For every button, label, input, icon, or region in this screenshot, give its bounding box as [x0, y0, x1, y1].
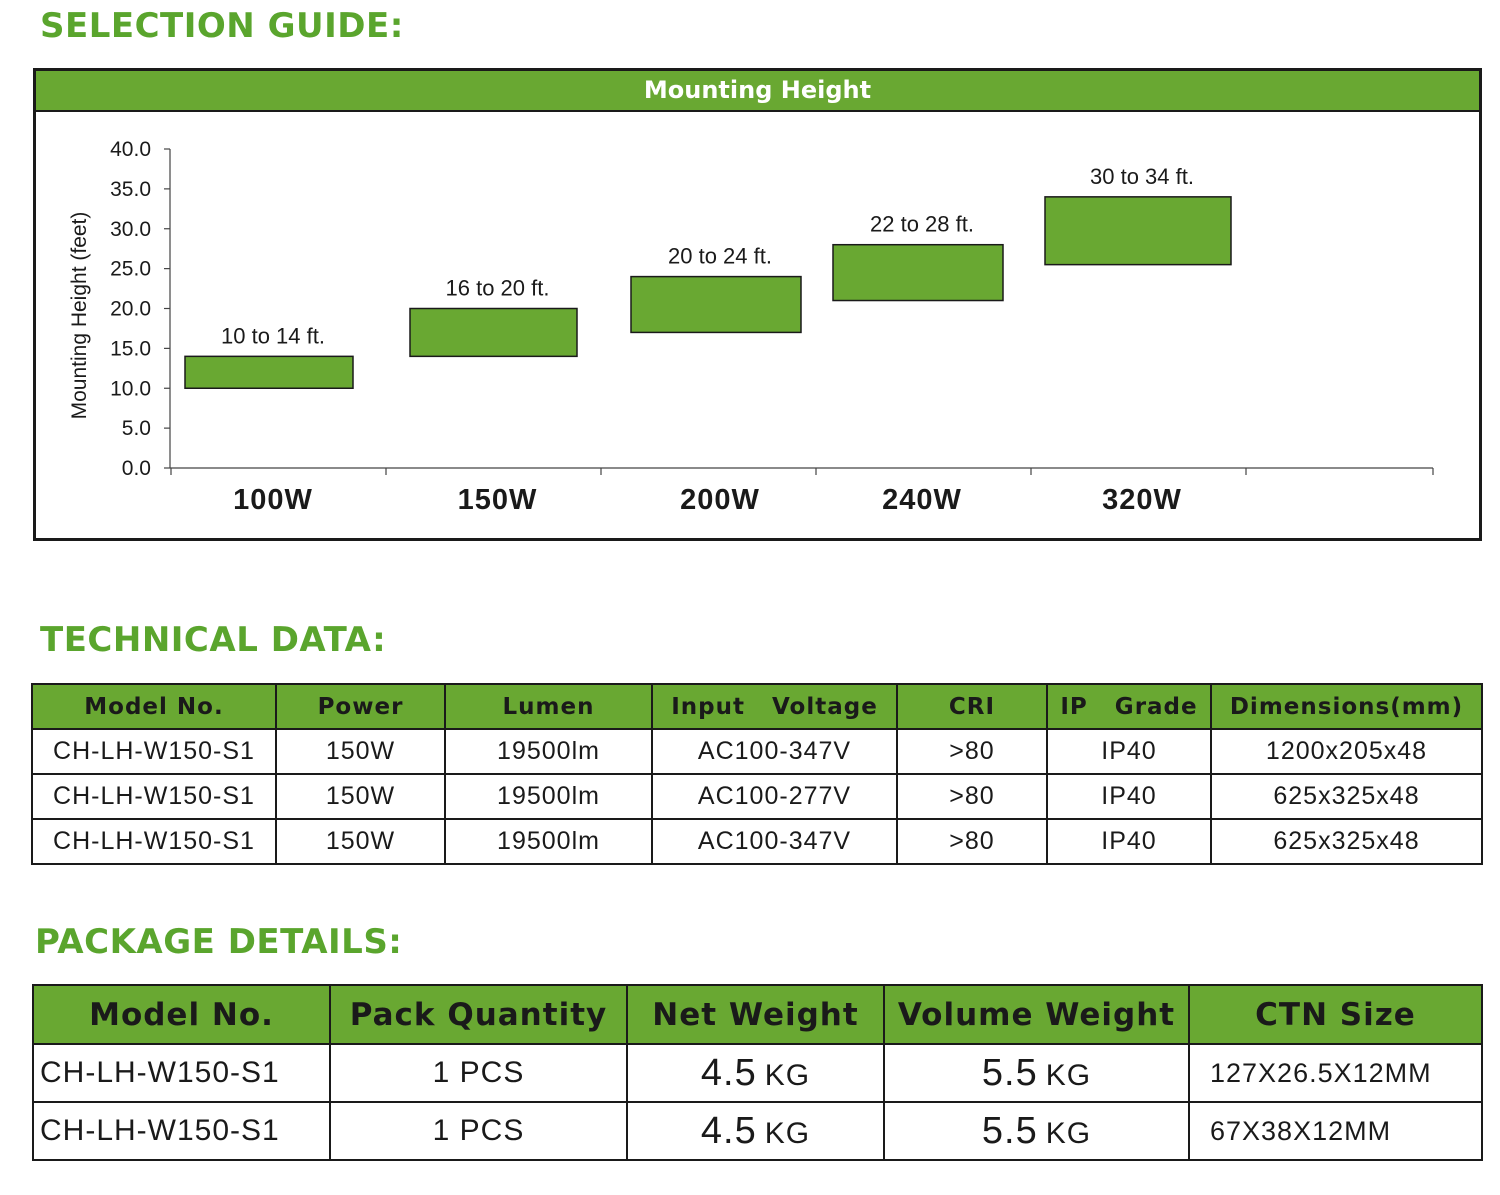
technical-data-table: Model No. Power Lumen Input Voltage CRI …	[31, 683, 1483, 865]
cell-cri: >80	[896, 773, 1048, 820]
cell-model: CH-LH-W150-S1	[32, 1101, 331, 1161]
cell-ip: IP40	[1046, 818, 1212, 865]
net-weight-unit: KG	[764, 1116, 811, 1150]
cell-model: CH-LH-W150-S1	[31, 728, 277, 775]
net-weight-value: 4.5	[700, 1109, 757, 1152]
range-bar	[409, 307, 578, 358]
table-row: CH-LH-W150-S1 1 PCS 4.5 KG 5.5 KG 67X38X12…	[32, 1101, 1483, 1161]
package-details-title: PACKAGE DETAILS:	[35, 922, 403, 962]
volume-weight-value: 5.5	[981, 1051, 1038, 1094]
cell-volume-weight: 5.5 KG	[883, 1101, 1190, 1161]
header-ctn-size: CTN Size	[1188, 984, 1483, 1045]
y-tick-label: 30.0	[110, 218, 151, 241]
table-header-row: Model No. Power Lumen Input Voltage CRI …	[31, 683, 1483, 730]
y-tick-label: 0.0	[122, 457, 151, 480]
cell-power: 150W	[275, 773, 446, 820]
header-net-weight: Net Weight	[626, 984, 885, 1045]
header-model: Model No.	[31, 683, 277, 730]
header-lumen: Lumen	[444, 683, 653, 730]
x-category-label: 320W	[1102, 484, 1182, 516]
cell-lumen: 19500lm	[444, 728, 653, 775]
cell-power: 150W	[275, 728, 446, 775]
header-cri: CRI	[896, 683, 1048, 730]
x-category-label: 150W	[458, 484, 538, 516]
range-bar	[832, 243, 1004, 302]
bar-data-label: 30 to 34 ft.	[1090, 164, 1194, 189]
y-tick-label: 5.0	[122, 417, 151, 440]
cell-voltage: AC100-347V	[651, 728, 898, 775]
volume-weight-unit: KG	[1045, 1058, 1092, 1092]
cell-net-weight: 4.5 KG	[626, 1043, 885, 1103]
x-category-label: 100W	[233, 484, 313, 516]
chart-plot: 0.0 5.0 10.0 15.0 20.0 25.0 30.0 35.0 40.0 Mounti…	[68, 138, 1434, 516]
x-category-label: 240W	[882, 484, 962, 516]
cell-ctn-size: 67X38X12MM	[1188, 1101, 1483, 1161]
table-row: CH-LH-W150-S1 150W 19500lm AC100-347V >8…	[31, 728, 1483, 775]
table-header-row: Model No. Pack Quantity Net Weight Volum…	[32, 984, 1483, 1045]
selection-guide-title: SELECTION GUIDE:	[40, 6, 404, 46]
cell-dimensions: 625x325x48	[1210, 773, 1483, 820]
net-weight-unit: KG	[764, 1058, 811, 1092]
y-tick-label: 35.0	[110, 178, 151, 201]
x-category-label: 200W	[680, 484, 760, 516]
cell-model: CH-LH-W150-S1	[31, 818, 277, 865]
bar-data-label: 16 to 20 ft.	[446, 276, 550, 301]
mounting-height-chart: Mounting Height 0.0 5.0 10.0 15.0 20.0 25.0 30…	[33, 68, 1482, 541]
cell-dimensions: 1200x205x48	[1210, 728, 1483, 775]
cell-cri: >80	[896, 728, 1048, 775]
cell-volume-weight: 5.5 KG	[883, 1043, 1190, 1103]
cell-lumen: 19500lm	[444, 818, 653, 865]
cell-dimensions: 625x325x48	[1210, 818, 1483, 865]
net-weight-value: 4.5	[700, 1051, 757, 1094]
y-tick-label: 40.0	[110, 138, 151, 161]
y-tick-label: 15.0	[110, 337, 151, 360]
volume-weight-value: 5.5	[981, 1109, 1038, 1152]
range-bar	[1044, 196, 1232, 266]
bar-data-label: 20 to 24 ft.	[668, 244, 772, 269]
cell-model: CH-LH-W150-S1	[31, 773, 277, 820]
cell-ip: IP40	[1046, 728, 1212, 775]
cell-ip: IP40	[1046, 773, 1212, 820]
range-bar	[184, 355, 354, 390]
cell-power: 150W	[275, 818, 446, 865]
header-model: Model No.	[32, 984, 331, 1045]
header-volume-weight: Volume Weight	[883, 984, 1190, 1045]
y-tick-label: 20.0	[110, 298, 151, 321]
table-row: CH-LH-W150-S1 150W 19500lm AC100-347V >8…	[31, 818, 1483, 865]
header-input-voltage: Input Voltage	[651, 683, 898, 730]
cell-cri: >80	[896, 818, 1048, 865]
header-pack-quantity: Pack Quantity	[329, 984, 628, 1045]
y-tick-label: 25.0	[110, 258, 151, 281]
bar-data-label: 10 to 14 ft.	[221, 323, 325, 348]
technical-data-title: TECHNICAL DATA:	[40, 620, 387, 660]
cell-ctn-size: 127X26.5X12MM	[1188, 1043, 1483, 1103]
cell-voltage: AC100-347V	[651, 818, 898, 865]
range-bar	[630, 275, 802, 334]
bar-data-label: 22 to 28 ft.	[870, 212, 974, 237]
header-dimensions: Dimensions(mm)	[1210, 683, 1483, 730]
cell-pack-quantity: 1 PCS	[329, 1043, 628, 1103]
table-row: CH-LH-W150-S1 1 PCS 4.5 KG 5.5 KG 127X26.5…	[32, 1043, 1483, 1103]
header-power: Power	[275, 683, 446, 730]
volume-weight-unit: KG	[1045, 1116, 1092, 1150]
y-axis-label: Mounting Height (feet)	[68, 212, 91, 420]
y-tick-label: 10.0	[110, 377, 151, 400]
header-ip-grade: IP Grade	[1046, 683, 1212, 730]
cell-lumen: 19500lm	[444, 773, 653, 820]
cell-voltage: AC100-277V	[651, 773, 898, 820]
cell-model: CH-LH-W150-S1	[32, 1043, 331, 1103]
table-row: CH-LH-W150-S1 150W 19500lm AC100-277V >8…	[31, 773, 1483, 820]
package-details-table: Model No. Pack Quantity Net Weight Volum…	[32, 984, 1483, 1161]
cell-net-weight: 4.5 KG	[626, 1101, 885, 1161]
cell-pack-quantity: 1 PCS	[329, 1101, 628, 1161]
